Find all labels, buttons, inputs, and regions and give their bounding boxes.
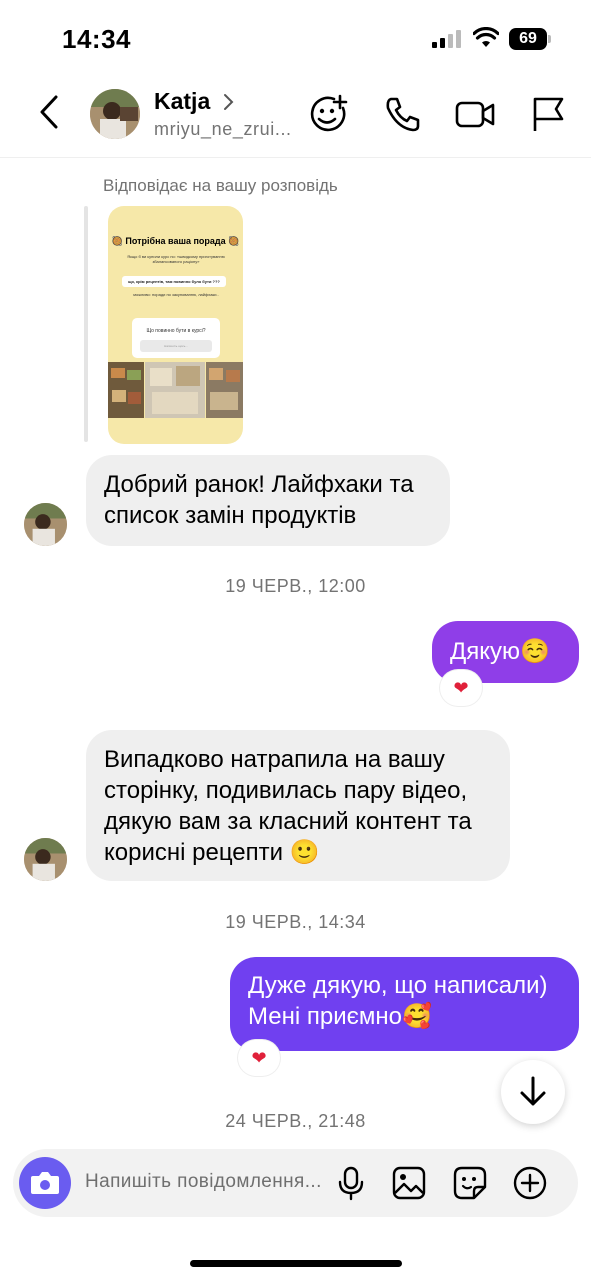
story-line: можливо: поради по закупованню, лайфхаки… bbox=[133, 292, 219, 297]
avatar[interactable] bbox=[24, 838, 67, 881]
heart-reaction[interactable]: ❤ bbox=[440, 670, 482, 706]
arrow-down-icon bbox=[520, 1076, 546, 1106]
add-friend-face-icon[interactable] bbox=[308, 94, 348, 134]
image-icon[interactable] bbox=[391, 1165, 427, 1201]
story-line: Якщо б ви купили курс по: «швидкому приг… bbox=[127, 254, 225, 264]
status-bar: 14:34 69 bbox=[0, 0, 591, 78]
message-bubble-outgoing[interactable]: Дуже дякую, що написали) Мені приємно🥰 bbox=[230, 957, 579, 1051]
story-food-photos bbox=[108, 362, 243, 418]
story-preview[interactable]: 🥘 Потрібна ваша порада 🥘 Якщо б ви купил… bbox=[108, 206, 243, 444]
flag-icon[interactable] bbox=[528, 94, 568, 134]
story-answer-hint: Напишіть щось... bbox=[140, 340, 212, 352]
message-bubble-incoming[interactable]: Випадково натрапила на вашу сторінку, по… bbox=[86, 730, 510, 881]
message-input[interactable]: Напишіть повідомлення... bbox=[85, 1171, 322, 1193]
camera-button[interactable] bbox=[19, 1157, 71, 1209]
microphone-icon[interactable] bbox=[333, 1165, 369, 1201]
signal-icon bbox=[432, 30, 461, 48]
timestamp: 19 ЧЕРВ., 12:00 bbox=[225, 576, 366, 596]
sticker-icon[interactable] bbox=[452, 1165, 488, 1201]
home-indicator bbox=[190, 1260, 402, 1267]
story-question: Що повинно бути в курсі? bbox=[146, 328, 206, 334]
avatar[interactable] bbox=[24, 503, 67, 546]
reply-note: Відповідає на вашу розповідь bbox=[103, 176, 338, 195]
status-time: 14:34 bbox=[62, 24, 131, 54]
battery-level: 69 bbox=[509, 28, 547, 50]
wifi-icon bbox=[473, 27, 499, 47]
avatar[interactable] bbox=[90, 89, 140, 139]
video-icon[interactable] bbox=[455, 94, 495, 134]
camera-icon bbox=[31, 1172, 59, 1194]
timestamp: 19 ЧЕРВ., 14:34 bbox=[225, 912, 366, 932]
chat-header: Katja mriyu_ne_zrui... bbox=[0, 78, 591, 158]
chevron-left-icon[interactable] bbox=[34, 92, 64, 132]
phone-icon[interactable] bbox=[382, 94, 422, 134]
battery-icon: 69 bbox=[509, 28, 551, 50]
message-bubble-incoming[interactable]: Добрий ранок! Лайфхаки та список замін п… bbox=[86, 455, 450, 546]
message-composer: Напишіть повідомлення... bbox=[13, 1149, 578, 1217]
contact-name[interactable]: Katja bbox=[154, 88, 210, 115]
reply-indicator-bar bbox=[84, 206, 88, 442]
heart-reaction[interactable]: ❤ bbox=[238, 1040, 280, 1076]
story-title: 🥘 Потрібна ваша порада 🥘 bbox=[111, 236, 240, 246]
plus-circle-icon[interactable] bbox=[512, 1165, 548, 1201]
story-pill: що, крім рецептів, там повинно було бути… bbox=[122, 276, 226, 287]
contact-username[interactable]: mriyu_ne_zrui... bbox=[154, 119, 292, 140]
scroll-to-bottom-button[interactable] bbox=[501, 1060, 565, 1124]
story-question-card: Що повинно бути в курсі? Напишіть щось..… bbox=[132, 318, 220, 358]
chevron-right-icon[interactable] bbox=[220, 92, 236, 112]
